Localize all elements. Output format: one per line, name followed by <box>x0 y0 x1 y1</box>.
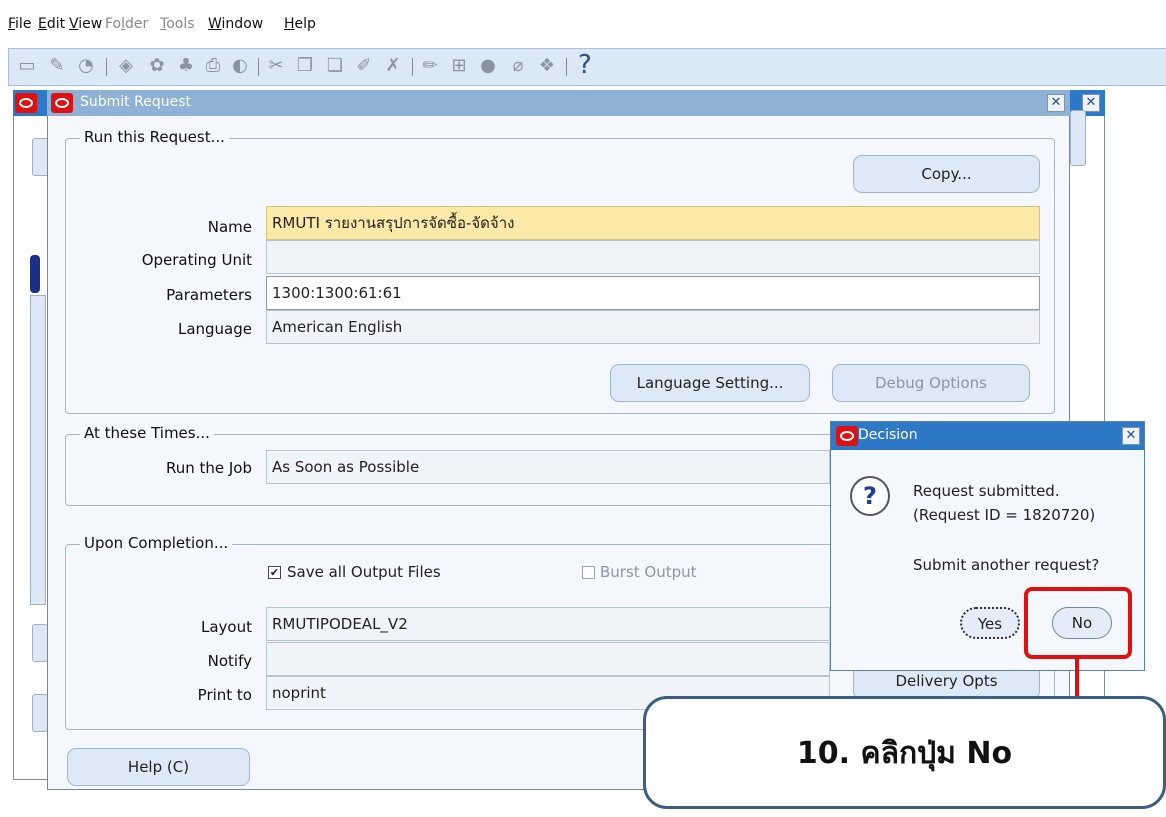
close-form-icon[interactable]: ◐ <box>230 56 250 76</box>
notify-label: Notify <box>207 652 252 670</box>
attachments-icon[interactable]: ⌀ <box>508 56 528 76</box>
menu-window[interactable]: Window <box>208 16 263 32</box>
save-output-label: Save all Output Files <box>287 563 441 581</box>
menu-file[interactable]: File <box>8 16 31 32</box>
toolbar-separator <box>412 58 413 76</box>
submit-request-titlebar <box>47 90 1070 116</box>
menu-edit[interactable]: Edit <box>38 16 65 32</box>
parameters-label: Parameters <box>166 286 252 304</box>
decision-title: Decision <box>858 427 918 443</box>
menu-view[interactable]: View <box>69 16 102 32</box>
decision-message-line1: Request submitted. <box>913 482 1060 500</box>
toolbar-separator <box>566 58 567 76</box>
question-icon: ? <box>850 476 890 516</box>
background-button-edge <box>1070 110 1086 166</box>
layout-label: Layout <box>201 618 252 636</box>
submit-request-close-icon[interactable]: ✕ <box>1047 94 1065 112</box>
instruction-callout-text: 10. คลิกปุ่ม No <box>796 736 1013 771</box>
paste-icon[interactable]: ❏ <box>325 56 345 76</box>
zoom-icon[interactable]: ⊞ <box>449 56 469 76</box>
help-button[interactable]: Help (C) <box>67 748 250 786</box>
cut-icon[interactable]: ✂ <box>266 56 286 76</box>
debug-options-button[interactable]: Debug Options <box>832 364 1030 402</box>
copy-icon[interactable]: ❐ <box>295 56 315 76</box>
save-icon[interactable]: ◈ <box>116 56 136 76</box>
navigator-icon[interactable]: ◔ <box>76 56 96 76</box>
print-icon[interactable]: ⎙ <box>203 56 223 76</box>
menu-tools[interactable]: Tools <box>160 16 195 32</box>
run-request-group-label: Run this Request... <box>80 128 229 146</box>
background-button-edge <box>32 624 48 662</box>
toolbar-separator <box>106 58 107 76</box>
parameters-field[interactable]: 1300:1300:61:61 <box>266 276 1040 310</box>
print-to-label: Print to <box>197 686 252 704</box>
edit-field-icon[interactable]: ✏ <box>420 56 440 76</box>
folder-tools-icon[interactable]: ❖ <box>537 56 557 76</box>
background-selected-row <box>30 255 40 293</box>
language-field[interactable]: American English <box>266 310 1040 344</box>
delete-icon[interactable]: ✗ <box>383 56 403 76</box>
burst-output-checkbox[interactable] <box>582 566 595 579</box>
decision-question: Submit another request? <box>913 556 1100 574</box>
run-job-field[interactable]: As Soon as Possible <box>266 450 830 484</box>
translations-icon[interactable]: ● <box>478 56 498 76</box>
help-icon[interactable]: ? <box>578 50 592 80</box>
oracle-logo-icon <box>51 93 73 113</box>
operating-unit-label: Operating Unit <box>141 251 252 269</box>
background-record-column <box>30 295 46 605</box>
language-setting-button[interactable]: Language Setting... <box>610 364 810 402</box>
decision-message-line2: (Request ID = 1820720) <box>913 506 1096 524</box>
completion-group-label: Upon Completion... <box>80 534 233 552</box>
menu-folder[interactable]: Folder <box>105 16 148 32</box>
save-output-checkbox[interactable]: ✔ <box>268 566 281 579</box>
name-label: Name <box>207 218 252 236</box>
submit-request-title: Submit Request <box>80 94 191 110</box>
copy-button[interactable]: Copy... <box>853 155 1040 193</box>
decision-close-icon[interactable]: ✕ <box>1122 427 1140 445</box>
toolbar-separator <box>258 58 259 76</box>
yes-button[interactable]: Yes <box>960 607 1020 639</box>
burst-output-label: Burst Output <box>600 563 697 581</box>
language-label: Language <box>177 320 252 338</box>
oracle-logo-icon <box>15 93 37 113</box>
operating-unit-field[interactable] <box>266 240 1040 274</box>
times-group-label: At these Times... <box>80 424 214 442</box>
clear-record-icon[interactable]: ✐ <box>354 56 374 76</box>
background-button-edge <box>32 694 48 732</box>
menu-help[interactable]: Help <box>284 16 316 32</box>
new-icon[interactable]: ▭ <box>17 56 37 76</box>
name-field[interactable]: RMUTI รายงานสรุปการจัดซื้อ-จัดจ้าง <box>266 206 1040 240</box>
next-step-icon[interactable]: ✿ <box>147 56 167 76</box>
no-button-highlight <box>1024 587 1132 659</box>
layout-field[interactable]: RMUTIPODEAL_V2 <box>266 607 830 641</box>
background-close-icon[interactable]: ✕ <box>1082 94 1100 112</box>
oracle-logo-icon <box>836 426 858 446</box>
run-job-label: Run the Job <box>165 459 252 477</box>
notify-field[interactable] <box>266 642 830 676</box>
find-icon[interactable]: ✎ <box>47 56 67 76</box>
switch-responsibility-icon[interactable]: ♣ <box>176 56 196 76</box>
callout-connector <box>1075 659 1079 699</box>
